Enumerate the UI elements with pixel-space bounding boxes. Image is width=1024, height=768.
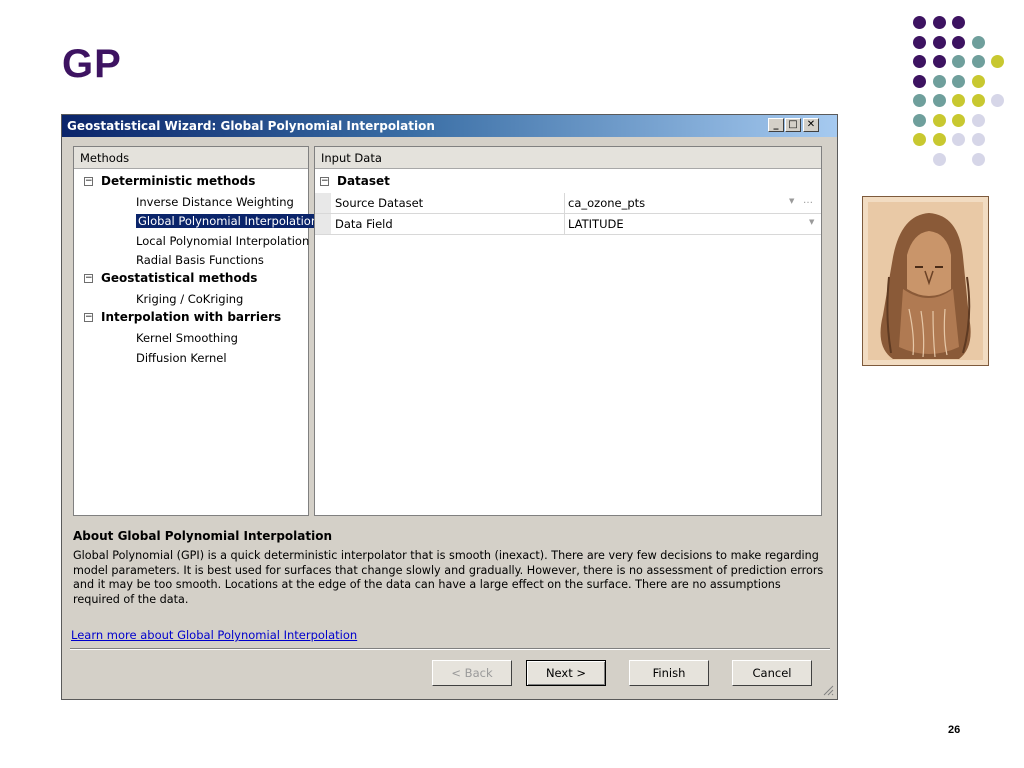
- decorative-dot: [913, 74, 926, 88]
- decorative-dot: [971, 74, 985, 88]
- property-divider: [564, 193, 565, 213]
- decorative-dot: [952, 55, 965, 68]
- finish-button[interactable]: Finish: [629, 660, 709, 686]
- collapse-icon[interactable]: −: [84, 313, 93, 322]
- page-number: 26: [948, 724, 961, 736]
- tree-group-barriers[interactable]: − Interpolation with barriers: [84, 310, 281, 324]
- decorative-dot: [913, 94, 926, 107]
- property-gutter: [315, 193, 331, 213]
- methods-panel: Methods − Deterministic methods Inverse D…: [73, 146, 321, 516]
- tree-group-deterministic[interactable]: − Deterministic methods: [84, 174, 255, 188]
- decorative-dot: [971, 35, 985, 49]
- decorative-dot: [932, 55, 946, 68]
- back-button[interactable]: < Back: [432, 660, 512, 686]
- methods-header: Methods: [74, 147, 308, 169]
- data-field-value[interactable]: LATITUDE: [568, 217, 624, 231]
- tree-item-kriging-cokriging[interactable]: Kriging / CoKriging: [136, 291, 243, 307]
- tree-item-kernel-smoothing[interactable]: Kernel Smoothing: [136, 330, 238, 346]
- tree-item-global-polynomial-interpolation[interactable]: Global Polynomial Interpolation: [136, 213, 321, 229]
- input-data-header: Input Data: [315, 147, 821, 169]
- property-key: Source Dataset: [335, 196, 424, 210]
- collapse-icon[interactable]: −: [84, 177, 93, 186]
- minimize-button[interactable]: _: [768, 118, 784, 132]
- decorative-dot: [971, 133, 985, 146]
- decorative-dot: [913, 16, 926, 29]
- about-description: Global Polynomial (GPI) is a quick deter…: [73, 549, 824, 606]
- decorative-dot: [991, 94, 1004, 107]
- dataset-category[interactable]: − Dataset: [320, 174, 390, 188]
- decorative-dot: [952, 94, 965, 107]
- tree-group-label: Geostatistical methods: [101, 271, 258, 285]
- maximize-button[interactable]: □: [785, 118, 801, 132]
- geostatistical-wizard-dialog: Geostatistical Wizard: Global Polynomial…: [61, 114, 838, 700]
- cancel-button[interactable]: Cancel: [732, 660, 812, 686]
- decorative-dot: [932, 16, 946, 29]
- decorative-dot: [952, 16, 965, 29]
- next-button[interactable]: Next >: [526, 660, 606, 686]
- decorative-dot: [932, 113, 946, 127]
- decorative-dot: [971, 152, 985, 166]
- decorative-dot: [932, 152, 946, 166]
- close-button[interactable]: ✕: [803, 118, 819, 132]
- collapse-icon[interactable]: −: [84, 274, 93, 283]
- input-data-panel: Input Data − Dataset Source Dataset ca_oz…: [314, 146, 822, 516]
- decorative-dot: [932, 35, 946, 49]
- dialog-title-bar[interactable]: Geostatistical Wizard: Global Polynomial…: [62, 115, 837, 137]
- decorative-dot: [913, 133, 926, 146]
- decorative-dot: [971, 113, 985, 127]
- wizard-portrait-illustration: [863, 197, 988, 365]
- decorative-dot: [913, 55, 926, 68]
- selected-method-label: Global Polynomial Interpolation: [136, 214, 321, 228]
- property-row-data-field[interactable]: Data Field LATITUDE ▼: [315, 214, 821, 235]
- tree-group-label: Deterministic methods: [101, 174, 256, 188]
- dropdown-arrow-icon[interactable]: ▼: [809, 218, 814, 226]
- property-gutter: [315, 214, 331, 234]
- dataset-label: Dataset: [337, 174, 390, 188]
- tree-group-geostatistical[interactable]: − Geostatistical methods: [84, 271, 257, 285]
- source-dataset-value[interactable]: ca_ozone_pts: [568, 196, 645, 210]
- decorative-dot: [952, 133, 965, 146]
- property-row-source-dataset[interactable]: Source Dataset ca_ozone_pts ▼ …: [315, 193, 821, 214]
- tree-item-diffusion-kernel[interactable]: Diffusion Kernel: [136, 350, 227, 366]
- decorative-dot: [913, 35, 926, 49]
- dialog-title: Geostatistical Wizard: Global Polynomial…: [67, 119, 435, 133]
- decorative-dot: [971, 55, 985, 68]
- about-title: About Global Polynomial Interpolation: [73, 529, 333, 543]
- decorative-dot: [932, 94, 946, 107]
- tree-item-radial-basis-functions[interactable]: Radial Basis Functions: [136, 252, 264, 268]
- button-separator: [70, 648, 830, 650]
- tree-item-local-polynomial-interpolation[interactable]: Local Polynomial Interpolation: [136, 233, 309, 249]
- wizard-portrait-image: [862, 196, 989, 366]
- decorative-dot: [952, 74, 965, 88]
- collapse-icon[interactable]: −: [320, 177, 329, 186]
- browse-ellipsis-icon[interactable]: …: [803, 195, 813, 206]
- tree-group-label: Interpolation with barriers: [101, 310, 282, 324]
- decorative-dot: [913, 113, 926, 127]
- decorative-dot: [971, 94, 985, 107]
- decorative-dot: [952, 113, 965, 127]
- decorative-dot: [932, 74, 946, 88]
- tree-item-inverse-distance-weighting[interactable]: Inverse Distance Weighting: [136, 194, 294, 210]
- resize-grip-icon[interactable]: [822, 684, 834, 696]
- property-key: Data Field: [335, 217, 393, 231]
- decorative-dot: [991, 55, 1004, 68]
- learn-more-link[interactable]: Learn more about Global Polynomial Inter…: [71, 628, 357, 642]
- decorative-dot: [932, 133, 946, 146]
- dropdown-arrow-icon[interactable]: ▼: [789, 197, 794, 205]
- property-divider: [564, 214, 565, 234]
- decorative-dot: [952, 35, 965, 49]
